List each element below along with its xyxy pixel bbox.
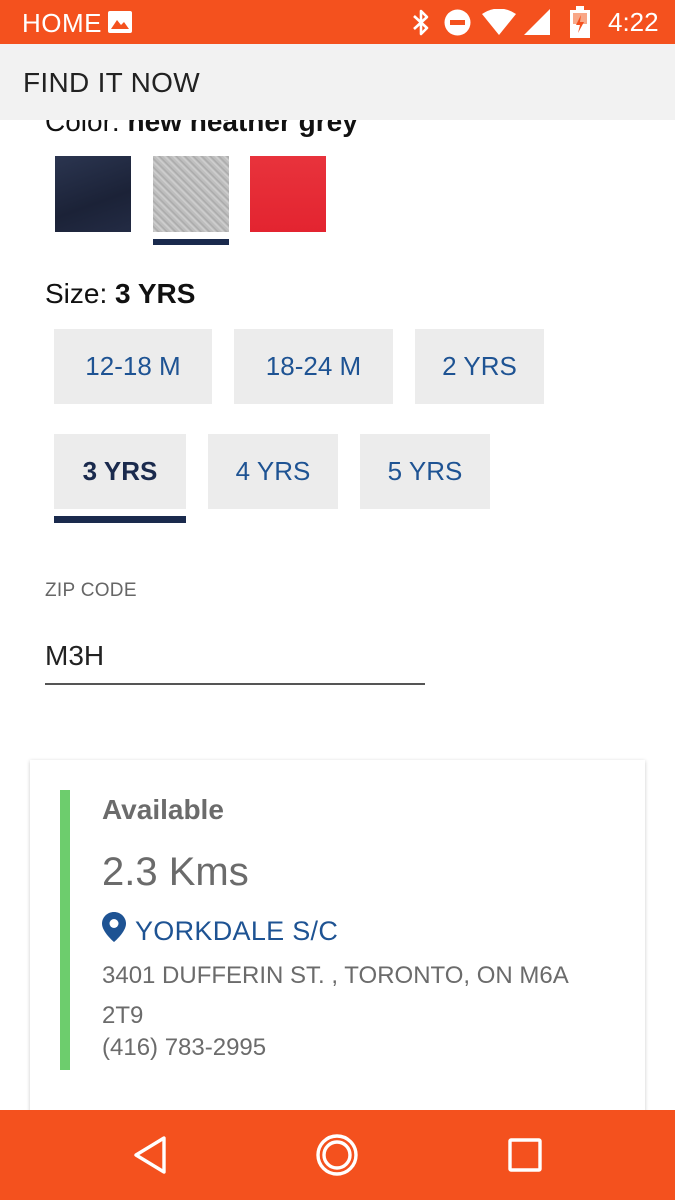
size-button-12-18m[interactable]: 12-18 M <box>54 329 212 404</box>
size-button-3yrs[interactable]: 3 YRS <box>54 434 186 509</box>
battery-charging-icon <box>570 6 590 38</box>
wifi-icon <box>482 9 516 35</box>
do-not-disturb-icon <box>444 9 471 36</box>
location-pin-icon <box>102 912 126 942</box>
image-icon <box>108 11 132 33</box>
color-swatch-navy[interactable] <box>55 156 131 232</box>
bluetooth-icon <box>413 9 429 36</box>
home-icon[interactable] <box>314 1132 360 1178</box>
store-phone[interactable]: (416) 783-2995 <box>102 1034 266 1062</box>
clock: 4:22 <box>608 7 659 37</box>
home-label: HOME <box>22 8 102 38</box>
color-label: Color: <box>45 120 120 137</box>
page-title: FIND IT NOW <box>23 67 200 98</box>
selected-size-indicator <box>54 516 186 523</box>
store-name-link[interactable]: YORKDALE S/C <box>135 916 338 947</box>
back-icon[interactable] <box>128 1132 174 1178</box>
store-address: 3401 DUFFERIN ST. , TORONTO, ON M6A 2T9 <box>102 962 568 1029</box>
zip-code-input[interactable] <box>45 628 425 685</box>
navigation-bar <box>0 1110 675 1200</box>
size-label: Size: <box>45 278 108 309</box>
status-bar: HOME 4:22 <box>0 0 675 44</box>
find-it-now-header: FIND IT NOW <box>0 44 675 120</box>
product-availability-content[interactable]: Color: new heather grey Size: 3 YRS 12-1… <box>0 120 675 1110</box>
store-distance: 2.3 Kms <box>102 850 249 894</box>
store-card[interactable]: Available 2.3 Kms YORKDALE S/C 3401 DUFF… <box>30 760 645 1110</box>
color-swatch-grey[interactable] <box>153 156 229 232</box>
color-swatch-red[interactable] <box>250 156 326 232</box>
size-button-18-24m[interactable]: 18-24 M <box>234 329 393 404</box>
availability-status: Available <box>102 794 224 825</box>
size-button-2yrs[interactable]: 2 YRS <box>415 329 544 404</box>
recents-icon[interactable] <box>502 1132 548 1178</box>
signal-icon <box>524 9 550 35</box>
color-value: new heather grey <box>127 120 358 137</box>
color-selection-label: Color: new heather grey <box>45 120 358 138</box>
size-button-5yrs[interactable]: 5 YRS <box>360 434 490 509</box>
size-selection-label: Size: 3 YRS <box>45 278 195 310</box>
selected-swatch-indicator <box>153 239 229 245</box>
size-value: 3 YRS <box>115 278 196 309</box>
size-button-4yrs[interactable]: 4 YRS <box>208 434 338 509</box>
zip-code-label: ZIP CODE <box>45 580 137 601</box>
availability-indicator <box>60 790 70 1070</box>
